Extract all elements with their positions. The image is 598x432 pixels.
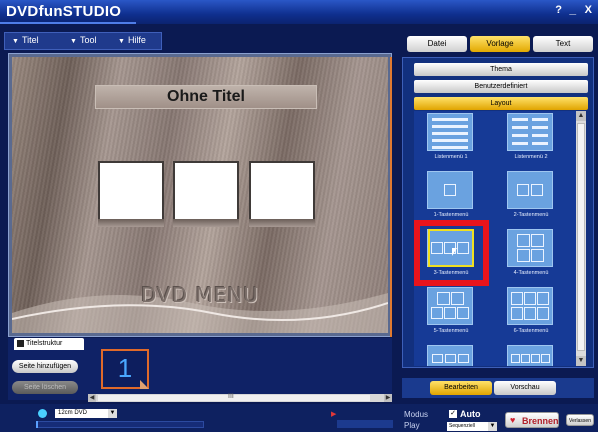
tab-vorschau[interactable]: Vorschau (494, 381, 556, 395)
layout-item-listenmenu-2[interactable]: Listenmenü 2 (496, 111, 566, 167)
accordion-layout[interactable]: Layout (414, 97, 588, 110)
chevron-down-icon[interactable]: ▼ (108, 409, 117, 418)
capacity-limit-marker: ▶ (331, 411, 337, 418)
chevron-down-icon[interactable]: ▼ (488, 422, 497, 431)
layout-label: 5-Tastenmenü (433, 328, 469, 334)
delete-page-button[interactable]: Seite löschen (12, 381, 78, 394)
layout-item-listenmenu-1[interactable]: Listenmenü 1 (416, 111, 486, 167)
auto-checkbox[interactable]: ✓ (449, 410, 457, 418)
layout-item-4-tastenmenu[interactable]: 4-Tastenmenü (496, 227, 566, 283)
mode-label: Modus (404, 410, 429, 419)
scroll-down-icon[interactable]: ▼ (576, 356, 586, 366)
mouse-cursor-icon (452, 248, 457, 256)
play-label: Play (404, 421, 420, 430)
layout-item-8[interactable] (496, 343, 566, 366)
accordion-benutzerdefiniert[interactable]: Benutzerdefiniert (414, 80, 588, 93)
layout-item-5-tastenmenu[interactable]: 5-Tastenmenü (416, 285, 486, 341)
disc-icon (38, 409, 47, 418)
layout-item-2-tastenmenu[interactable]: 2-Tastenmenü (496, 169, 566, 225)
menu-tool[interactable]: ▼ Tool (70, 35, 96, 45)
layout-label: 4-Tastenmenü (513, 270, 549, 276)
layout-item-6-tastenmenu[interactable]: 6-Tastenmenü (496, 285, 566, 341)
layout-label: Listenmenü 2 (514, 154, 548, 160)
menu-preview-canvas[interactable]: Ohne Titel DVD MENU (12, 57, 388, 333)
close-button[interactable]: X (585, 4, 592, 16)
menu-button-2-reflection (173, 219, 239, 227)
add-page-button[interactable]: Seite hinzufügen (12, 360, 78, 373)
help-button[interactable]: ? (555, 4, 562, 16)
one-button-layout-icon (427, 171, 473, 209)
app-title: DVDfunSTUDIO (6, 3, 122, 20)
list-menu-icon (427, 113, 473, 151)
multi-button-layout-icon (507, 345, 553, 366)
structure-icon (17, 340, 24, 347)
tab-titelstruktur[interactable]: Titelstruktur (14, 338, 84, 350)
horizontal-scrollbar-thumb[interactable] (98, 395, 370, 401)
vertical-scrollbar-thumb[interactable] (577, 123, 585, 351)
dvd-menu-caption: DVD MENU (141, 283, 259, 307)
chevron-down-icon: ▼ (118, 38, 125, 45)
auto-label: Auto (460, 409, 481, 419)
chevron-down-icon: ▼ (12, 38, 19, 45)
selected-layout-outline (428, 229, 474, 267)
menu-button-1-reflection (98, 219, 164, 227)
heart-icon: ♥ (510, 415, 516, 425)
layout-item-1-tastenmenu[interactable]: 1-Tastenmenü (416, 169, 486, 225)
scroll-grip: III (228, 393, 234, 400)
scroll-up-icon[interactable]: ▲ (576, 111, 586, 121)
tab-bearbeiten[interactable]: Bearbeiten (430, 381, 492, 395)
menu-button-2[interactable] (173, 161, 239, 221)
tab-vorlage[interactable]: Vorlage (470, 36, 530, 52)
two-button-layout-icon (507, 171, 553, 209)
five-button-layout-icon (427, 287, 473, 325)
accordion-thema[interactable]: Thema (414, 63, 588, 76)
menu-button-3-reflection (249, 219, 315, 227)
four-button-layout-icon (507, 229, 553, 267)
multi-button-layout-icon (427, 345, 473, 366)
capacity-bar-end (337, 420, 393, 428)
minimize-button[interactable]: _ (569, 2, 576, 16)
tab-datei[interactable]: Datei (407, 36, 467, 52)
layout-label: 1-Tastenmenü (433, 212, 469, 218)
menu-hilfe[interactable]: ▼ Hilfe (118, 35, 146, 45)
six-button-layout-icon (507, 287, 553, 325)
menu-button-1[interactable] (98, 161, 164, 221)
menu-titel[interactable]: ▼ Titel (12, 35, 39, 45)
layout-label: Listenmenü 1 (434, 154, 468, 160)
preview-border-accent (390, 57, 392, 337)
layout-item-7[interactable] (416, 343, 486, 366)
capacity-fill (36, 421, 38, 428)
tab-text[interactable]: Text (533, 36, 593, 52)
page-corner-icon (140, 380, 149, 389)
menu-button-3[interactable] (249, 161, 315, 221)
menu-title-box[interactable]: Ohne Titel (95, 85, 317, 109)
exit-button[interactable]: Verlassen (566, 414, 594, 426)
scroll-left-icon[interactable]: ◀ (88, 394, 96, 402)
layout-label: 2-Tastenmenü (513, 212, 549, 218)
scroll-right-icon[interactable]: ▶ (384, 394, 392, 402)
chevron-down-icon: ▼ (70, 38, 77, 45)
capacity-bar (36, 421, 204, 428)
list-menu-icon (507, 113, 553, 151)
layout-label: 6-Tastenmenü (513, 328, 549, 334)
